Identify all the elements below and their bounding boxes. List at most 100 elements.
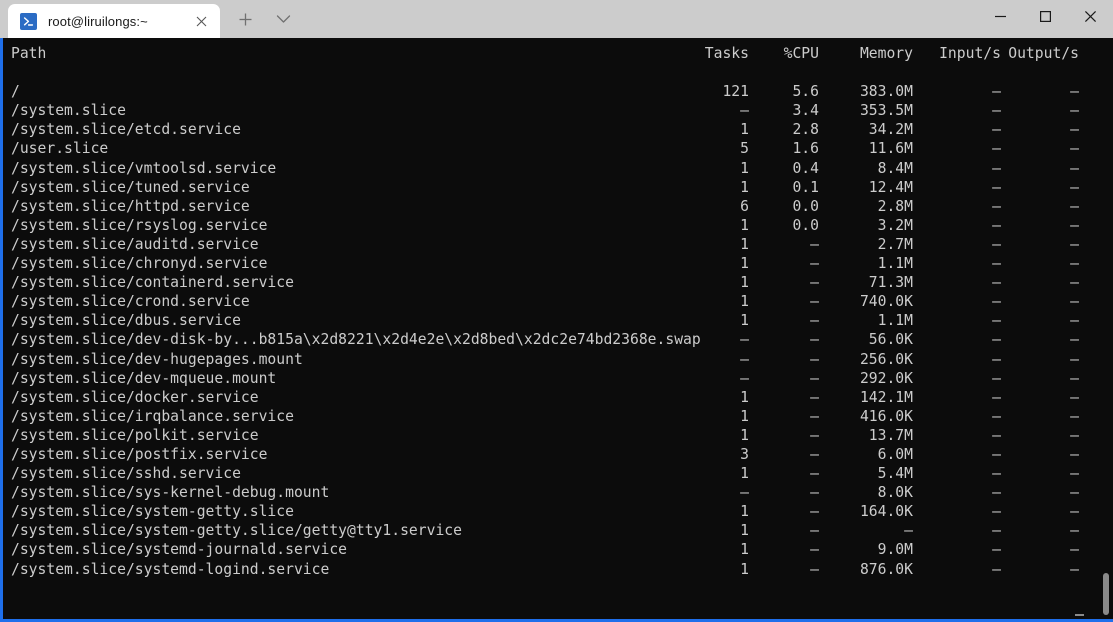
cell-input: – [992,293,1001,311]
window-close-button[interactable] [1068,0,1113,32]
cell-path: /system.slice/system-getty.slice/getty@t… [11,522,462,540]
cell-output: – [1070,560,1079,578]
cell-output: – [1070,388,1079,406]
cell-cpu: 2.8 [792,121,819,139]
table-row: /system.slice/chronyd.service 1 – 1.1M – – [11,254,1101,273]
cell-memory: 13.7M [868,426,913,444]
table-row: /system.slice/auditd.service 1 – 2.7M – – [11,235,1101,254]
cell-output: – [1070,274,1079,292]
cell-tasks: 1 [740,503,749,521]
cell-output: – [1070,522,1079,540]
cell-input: – [992,159,1001,177]
cell-tasks: 1 [740,235,749,253]
terminal-pane[interactable]: Path Tasks %CPU Memory Input/s Output/s / 121 5… [0,38,1113,622]
table-row: /system.slice/polkit.service 1 – 13.7M – – [11,426,1101,445]
cell-path: /system.slice/chronyd.service [11,255,268,273]
cell-output: – [1070,255,1079,273]
cell-path: /system.slice/rsyslog.service [11,216,268,234]
cell-path: /system.slice/dev-disk-by...b815a\x2d822… [11,331,701,349]
cell-path: /system.slice/docker.service [11,388,259,406]
cell-tasks: 1 [740,274,749,292]
cell-memory: 353.5M [859,102,913,120]
cell-input: – [992,312,1001,330]
text-cursor [1075,614,1084,616]
cell-input: – [992,465,1001,483]
column-header-input-s: Input/s [939,45,1001,62]
cell-memory: 416.0K [859,407,913,425]
cell-input: – [992,369,1001,387]
table-row: / 121 5.6 383.0M – – [11,82,1101,101]
cell-memory: 164.0K [859,503,913,521]
cell-cpu: – [810,293,819,311]
cell-path: /system.slice/systemd-journald.service [11,541,348,559]
maximize-button[interactable] [1023,0,1068,32]
close-icon[interactable] [188,8,214,34]
cell-path: /system.slice/auditd.service [11,235,259,253]
cell-path: /system.slice/system-getty.slice [11,503,294,521]
cell-output: – [1070,369,1079,387]
table-row: /user.slice 5 1.6 11.6M – – [11,139,1101,158]
cell-input: – [992,121,1001,139]
cgtop-table: Path Tasks %CPU Memory Input/s Output/s / 121 5… [11,44,1101,579]
cell-input: – [992,388,1001,406]
cell-tasks: 1 [740,178,749,196]
cell-cpu: – [810,331,819,349]
cell-tasks: – [740,350,749,368]
cell-tasks: 121 [722,83,749,101]
cell-input: – [992,83,1001,101]
cell-output: – [1070,102,1079,120]
cell-cpu: 3.4 [792,102,819,120]
cell-output: – [1070,121,1079,139]
table-row: /system.slice/sys-kernel-debug.mount – – 8.… [11,483,1101,502]
cell-path: /system.slice/sys-kernel-debug.mount [11,484,330,502]
terminal-scrollbar[interactable] [1102,38,1110,619]
cell-cpu: – [810,255,819,273]
cell-tasks: – [740,484,749,502]
table-row: /system.slice/dev-disk-by...b815a\x2d822… [11,330,1101,349]
cell-input: – [992,140,1001,158]
tab-root-liruilongs[interactable]: root@liruilongs:~ [8,4,220,38]
cell-path: /system.slice/dbus.service [11,312,241,330]
table-row: /system.slice/system-getty.slice 1 – 164.0K… [11,502,1101,521]
new-tab-button[interactable] [228,2,262,36]
cell-input: – [992,503,1001,521]
chevron-down-icon[interactable] [266,2,300,36]
cell-input: – [992,445,1001,463]
scrollbar-thumb[interactable] [1103,573,1109,615]
cell-path: /system.slice/dev-mqueue.mount [11,369,277,387]
cell-memory: 383.0M [859,83,913,101]
cell-cpu: 0.1 [792,178,819,196]
table-row: /system.slice/vmtoolsd.service 1 0.4 8.4M – – [11,159,1101,178]
tab-title: root@liruilongs:~ [48,13,148,29]
table-row: /system.slice/system-getty.slice/getty@t… [11,521,1101,540]
cell-output: – [1070,83,1079,101]
table-row: /system.slice/crond.service 1 – 740.0K – – [11,292,1101,311]
cgtop-output: Path Tasks %CPU Memory Input/s Output/s / 121 5… [3,38,1113,619]
cell-output: – [1070,235,1079,253]
cell-cpu: 0.0 [792,197,819,215]
cell-cpu: – [810,369,819,387]
cell-memory: 6.0M [877,445,913,463]
cell-tasks: 1 [740,407,749,425]
cell-path: /system.slice/irqbalance.service [11,407,294,425]
cell-tasks: 1 [740,560,749,578]
table-row: /system.slice/dbus.service 1 – 1.1M – – [11,311,1101,330]
cell-input: – [992,407,1001,425]
cell-output: – [1070,465,1079,483]
cell-tasks: 1 [740,293,749,311]
cell-input: – [992,235,1001,253]
minimize-button[interactable] [978,0,1023,32]
window-controls [978,0,1113,38]
cell-input: – [992,197,1001,215]
cell-memory: 12.4M [868,178,913,196]
cell-output: – [1070,331,1079,349]
cell-cpu: 0.0 [792,216,819,234]
cell-cpu: 1.6 [792,140,819,158]
cell-path: /system.slice/etcd.service [11,121,241,139]
table-row: /system.slice/irqbalance.service 1 – 416.0K… [11,407,1101,426]
cell-output: – [1070,407,1079,425]
cell-input: – [992,331,1001,349]
cell-tasks: 1 [740,255,749,273]
cell-output: – [1070,541,1079,559]
cell-path: /system.slice/tuned.service [11,178,250,196]
